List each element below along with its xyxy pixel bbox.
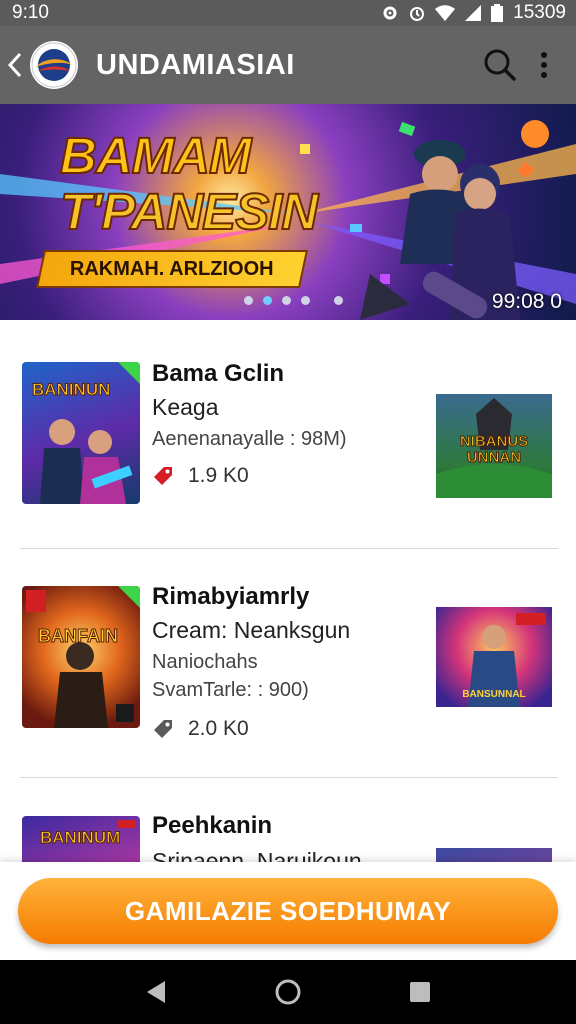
status-bar: 9:10 15309 — [0, 0, 576, 26]
game-title: Rimabyiamrly — [152, 583, 310, 610]
hero-banner[interactable]: BAMAM T'PANESIN RAKMAH. ARLZIOOH 99:08 0 — [0, 104, 576, 320]
game-meta: Naniochahs — [152, 651, 258, 673]
game-meta-extra: SvamTarle: : 900) — [152, 679, 309, 701]
carousel-dot[interactable] — [244, 296, 253, 305]
more-vertical-icon — [541, 52, 547, 78]
carousel-dot-active[interactable] — [263, 296, 272, 305]
carousel-dot[interactable] — [334, 296, 343, 305]
tag-icon — [154, 720, 172, 738]
game-thumbnail[interactable]: BANINUM — [22, 816, 140, 862]
more-options-button[interactable] — [522, 35, 566, 95]
game-stats: 2.0 K0 — [152, 717, 249, 741]
game-thumbnail[interactable]: BANINUN — [22, 362, 140, 504]
battery-icon — [491, 4, 504, 22]
game-list-item[interactable]: BANINUN Bama Gclin Keaga Aenenanayalle :… — [0, 320, 576, 548]
game-preview-image[interactable] — [436, 848, 552, 862]
game-thumbnail-title: BANINUM — [39, 828, 121, 848]
game-list: BANINUN Bama Gclin Keaga Aenenanayalle :… — [0, 320, 576, 862]
nav-recents-button[interactable] — [400, 972, 440, 1012]
game-thumbnail-title: BANFAIN — [38, 626, 119, 647]
status-icons: 15309 — [381, 2, 566, 24]
chevron-left-icon — [8, 52, 22, 78]
gear-icon — [383, 6, 397, 20]
carousel-dots — [244, 296, 343, 305]
game-download-count: 2.0 K0 — [188, 717, 249, 740]
search-button[interactable] — [478, 35, 522, 95]
wifi-icon — [435, 5, 456, 21]
app-bar: UNDAMIASIAI — [0, 26, 576, 104]
carousel-dot[interactable] — [301, 296, 310, 305]
app-logo — [30, 41, 78, 89]
system-nav-bar — [0, 960, 576, 1024]
hero-ribbon: RAKMAH. ARLZIOOH — [35, 250, 309, 288]
game-subtitle: Keaga — [152, 394, 219, 420]
game-preview-title: NIBANUS UNNAN — [459, 433, 529, 466]
back-button[interactable] — [0, 35, 30, 95]
app-logo-icon — [31, 42, 77, 88]
back-triangle-icon — [147, 981, 165, 1003]
nav-home-button[interactable] — [268, 972, 308, 1012]
game-list-item[interactable]: BANFAIN Rimabyiamrly Cream: Neanksgun Na… — [0, 549, 576, 777]
game-list-item[interactable]: BANINUM Peehkanin Srinaenn. Naruikoun — [0, 778, 576, 862]
footer-bar: GAMILAZIE SOEDHUMAY — [0, 862, 576, 960]
status-right-text: 15309 — [513, 2, 566, 23]
hero-title-line2: T'PANESIN — [59, 183, 319, 240]
game-preview-image[interactable]: BANSUNNAL — [436, 607, 552, 707]
game-thumbnail[interactable]: BANFAIN — [22, 586, 140, 728]
game-title: Bama Gclin — [152, 360, 285, 387]
game-download-count: 1.9 K0 — [188, 464, 249, 487]
hero-counter: 99:08 0 — [491, 290, 562, 313]
game-art — [26, 586, 140, 728]
recents-square-icon — [410, 982, 430, 1002]
search-icon — [484, 49, 517, 82]
alarm-icon — [410, 7, 425, 21]
game-stats: 1.9 K0 — [152, 464, 249, 488]
game-subtitle: Srinaenn. Naruikoun — [152, 848, 362, 862]
carousel-dot[interactable] — [282, 296, 291, 305]
game-preview-image[interactable]: NIBANUS UNNAN — [436, 394, 552, 498]
hero-ribbon-text: RAKMAH. ARLZIOOH — [70, 257, 274, 280]
primary-action-button[interactable]: GAMILAZIE SOEDHUMAY — [18, 878, 558, 944]
home-circle-icon — [275, 979, 301, 1005]
app-screen: 9:10 15309 UNDAMIASIAI BAMAM T'PANESIN R… — [0, 0, 576, 1024]
game-subtitle: Cream: Neanksgun — [152, 617, 351, 643]
signal-icon — [465, 5, 482, 21]
game-thumbnail-title: BANINUN — [31, 380, 111, 400]
status-time: 9:10 — [12, 2, 49, 23]
hero-title-line1: BAMAM — [59, 127, 252, 184]
app-title: UNDAMIASIAI — [96, 48, 295, 81]
game-meta: Aenenanayalle : 98M) — [152, 428, 347, 450]
game-title: Peehkanin — [152, 812, 273, 839]
game-preview-title: BANSUNNAL — [462, 689, 526, 700]
nav-back-button[interactable] — [136, 972, 176, 1012]
tag-icon — [154, 467, 172, 485]
